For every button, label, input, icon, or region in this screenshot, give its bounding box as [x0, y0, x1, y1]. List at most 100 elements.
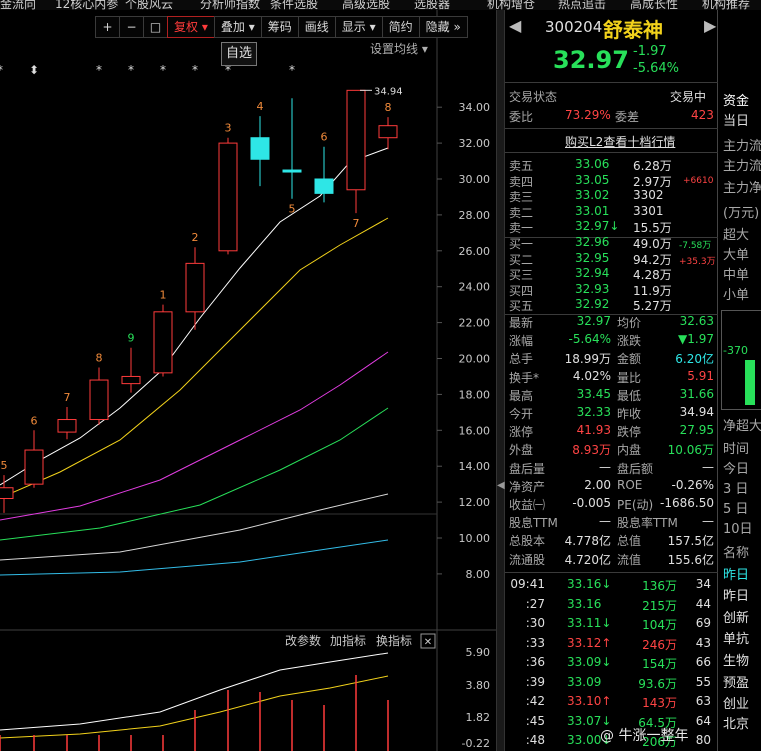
next-stock-icon[interactable]: ▶ — [704, 16, 716, 35]
draw-line-button[interactable]: 画线 — [297, 16, 335, 38]
panel-splitter[interactable]: ◀ — [496, 10, 505, 751]
tick-time: :33 — [525, 635, 545, 650]
side-item[interactable]: 北京 — [723, 713, 749, 732]
candle-body[interactable] — [89, 379, 109, 421]
candle-body[interactable] — [0, 487, 14, 500]
simple-mode-button[interactable]: 简约 — [381, 16, 419, 38]
moving-average-line — [0, 351, 389, 521]
display-dropdown[interactable]: 显示 ▾ — [334, 16, 382, 38]
stat-value: 33.45 — [576, 386, 611, 401]
stat-label: 涨幅 — [509, 334, 534, 349]
candle-body[interactable] — [218, 142, 238, 252]
side-item[interactable]: 生物 — [723, 650, 749, 669]
top-menu-item[interactable]: 选股器 — [414, 0, 450, 10]
candle-count-label: 8 — [96, 351, 103, 364]
event-mark-icon[interactable]: * — [192, 63, 198, 77]
zoom-in-button[interactable]: + — [95, 16, 119, 38]
add-indicator-button[interactable]: 加指标 — [330, 633, 366, 648]
event-mark-icon[interactable]: * — [289, 63, 295, 77]
event-mark-icon[interactable]: * — [160, 63, 166, 77]
price-axis-label: 24.00 — [459, 281, 491, 294]
top-menu-item[interactable]: 热点追击 — [558, 0, 606, 10]
stat-value: 155.6亿 — [667, 552, 714, 567]
top-menu-item[interactable]: 机构增仓 — [487, 0, 535, 10]
top-menu-item[interactable]: 条件选股 — [270, 0, 318, 10]
top-menu-item[interactable]: 金流向 — [0, 0, 36, 10]
level-price: 32.95 — [575, 250, 610, 265]
side-item[interactable]: 创业 — [723, 693, 749, 712]
tick-volume: 154万 — [642, 657, 677, 671]
event-mark-icon[interactable]: * — [128, 63, 134, 77]
candle-body[interactable] — [282, 169, 302, 173]
l2-link-text[interactable]: 购买L2查看十档行情 — [565, 133, 675, 150]
candle-body[interactable] — [185, 262, 205, 313]
top-menu-item[interactable]: 机构推荐 — [702, 0, 750, 10]
stat-value: 27.95 — [679, 423, 714, 438]
chip-button[interactable]: 筹码 — [260, 16, 298, 38]
moving-average-line — [0, 147, 389, 486]
stock-name: 舒泰神 — [603, 18, 663, 42]
overlay-dropdown[interactable]: 叠加 ▾ — [213, 16, 261, 38]
stat-label: 流值 — [617, 552, 642, 567]
switch-indicator-button[interactable]: 换指标 — [376, 633, 412, 648]
fullscreen-button[interactable]: □ — [143, 16, 167, 38]
stat-label: 内盘 — [617, 443, 642, 458]
candle-body[interactable] — [57, 419, 77, 433]
candle-body[interactable] — [153, 311, 173, 374]
order-ratio-row: 委比 73.29% 委差 423 — [505, 107, 718, 125]
top-menu-item[interactable]: 高级选股 — [342, 0, 390, 10]
stat-label: ROE — [617, 477, 643, 492]
top-menu: 金流向 12核心内参 个股风云 分析师指数 条件选股 高级选股 选股器 机构增仓 热点追击 高成长… — [0, 0, 761, 10]
ma-settings-link[interactable]: 设置均线 ▾ — [370, 42, 428, 56]
stat-value: 4.720亿 — [564, 552, 611, 567]
side-item: 10日 — [723, 522, 753, 537]
fq-label: 复权 — [174, 20, 199, 34]
top-menu-item[interactable]: 分析师指数 — [200, 0, 260, 10]
hide-button[interactable]: 隐藏 » — [418, 16, 468, 38]
side-item[interactable]: 单抗 — [723, 628, 749, 647]
zoom-out-button[interactable]: − — [119, 16, 143, 38]
candle-count-label: 5 — [1, 459, 8, 472]
stat-value: — — [702, 459, 714, 474]
price-axis-label: 16.00 — [459, 424, 491, 437]
tick-volume: 246万 — [642, 637, 677, 652]
candle-body[interactable] — [346, 89, 366, 191]
stat-label: 今开 — [509, 407, 534, 421]
side-item[interactable]: 预盈 — [723, 672, 749, 691]
fq-dropdown[interactable]: 复权 ▾ — [167, 16, 214, 38]
candle-count-label: 9 — [128, 332, 135, 345]
price-axis-label: 20.00 — [459, 353, 491, 366]
top-menu-item[interactable]: 高成长性 — [630, 0, 678, 10]
event-mark-icon[interactable]: * — [0, 63, 3, 77]
candle-body[interactable] — [24, 449, 44, 485]
event-mark-icon[interactable]: * — [96, 63, 102, 77]
side-tab[interactable]: 当日 — [723, 110, 749, 129]
top-menu-item[interactable]: 12核心内参 — [55, 0, 118, 10]
price-change: -1.97 — [633, 44, 667, 59]
tick-price: 33.16↓ — [567, 577, 612, 591]
indicator-line-2 — [0, 675, 389, 739]
side-tab[interactable]: 资金 — [723, 90, 749, 109]
level-price: 33.01 — [575, 203, 610, 218]
chart-toolbar: + − □ 复权 ▾ 叠加 ▾ 筹码 画线 显示 ▾ 简约 隐藏 » — [95, 16, 468, 38]
edit-params-button[interactable]: 改参数 — [285, 633, 321, 648]
tick-time: :45 — [525, 713, 545, 728]
side-item[interactable]: 昨日 — [723, 585, 749, 604]
indicator-axis-label: -0.22 — [462, 737, 490, 750]
side-item[interactable]: 昨日 — [723, 564, 749, 583]
stat-row: 股息TTM — 股息率TTM — — [505, 513, 718, 531]
kline-chart[interactable]: 设置均线 ▾34.0032.0030.0028.0026.0024.0022.0… — [0, 10, 497, 751]
candle-body[interactable] — [378, 125, 398, 139]
top-menu-item[interactable]: 个股风云 — [125, 0, 173, 10]
kline-chart-area[interactable]: 设置均线 ▾ 34.00 32.00 30.00 28.00 26.00 24.00 22.0… — [0, 10, 497, 751]
side-item[interactable]: 创新 — [723, 607, 749, 626]
add-watchlist-button[interactable]: 自选 — [221, 42, 258, 66]
candle-body[interactable] — [250, 137, 270, 160]
prev-stock-icon[interactable]: ◀ — [509, 16, 521, 35]
candle-body[interactable] — [314, 178, 334, 194]
l2-upgrade-link[interactable]: 购买L2查看十档行情 — [505, 132, 718, 150]
candle-body[interactable] — [121, 375, 141, 385]
stat-value: 4.02% — [572, 368, 611, 383]
stat-row: 换手* 4.02% 量比 5.91 — [505, 368, 718, 386]
event-mark-icon[interactable]: ⬍ — [29, 63, 39, 77]
